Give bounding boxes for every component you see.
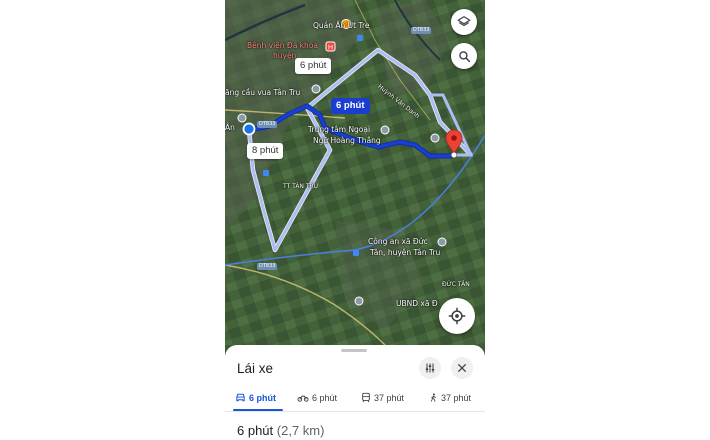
layers-button[interactable] bbox=[451, 9, 477, 35]
road-badge-dt833: DT833 bbox=[257, 121, 278, 128]
poi-marker-icon[interactable] bbox=[430, 133, 440, 143]
close-icon bbox=[458, 364, 466, 372]
close-button[interactable] bbox=[451, 357, 473, 379]
poi-label: Quán Ăn Út Tre bbox=[313, 21, 370, 30]
phone-screen: H Quán Ăn Út Tre Bệnh viện Đa khoa huyện… bbox=[225, 0, 485, 440]
tune-icon bbox=[425, 363, 435, 373]
my-location-icon bbox=[448, 307, 466, 325]
route-alt-time-callout[interactable]: 8 phút bbox=[247, 143, 284, 159]
place-label: Ân bbox=[225, 123, 235, 132]
route-summary[interactable]: 6 phút (2,7 km) bbox=[237, 423, 324, 438]
place-label: ĐỨC TÂN bbox=[442, 281, 470, 288]
layers-icon bbox=[457, 16, 471, 27]
poi-label: Bệnh viện Đa khoa bbox=[247, 41, 318, 50]
directions-bottom-sheet[interactable]: Lái xe 6 phút 6 phút 37 phút 37 phút 6 p… bbox=[225, 345, 485, 440]
road-badge-dt833: DT833 bbox=[411, 27, 432, 34]
route-duration: 6 phút bbox=[237, 423, 274, 438]
poi-label: ãng cầu vua Tân Trụ bbox=[225, 88, 301, 97]
poi-marker-icon[interactable] bbox=[380, 125, 390, 135]
mode-tab-drive[interactable]: 6 phút bbox=[235, 392, 276, 403]
mode-tab-label: 37 phút bbox=[374, 392, 405, 403]
sheet-title: Lái xe bbox=[237, 361, 274, 376]
divider bbox=[225, 411, 485, 412]
poi-marker-icon[interactable] bbox=[354, 296, 364, 306]
road-badge-dt833: DT833 bbox=[257, 263, 278, 270]
motorbike-icon bbox=[297, 395, 309, 402]
search-button[interactable] bbox=[451, 43, 477, 69]
mode-tab-motorbike[interactable]: 6 phút bbox=[297, 392, 337, 403]
place-label: TT TÂN TRỤ bbox=[283, 183, 319, 190]
poi-label: UBND xã Đ bbox=[396, 299, 438, 308]
car-icon bbox=[236, 393, 245, 402]
mode-tab-walk[interactable]: 37 phút bbox=[429, 392, 471, 403]
bus-stop-icon[interactable] bbox=[353, 250, 359, 256]
route-alt-time-callout[interactable]: 6 phút bbox=[295, 58, 332, 74]
mode-tab-label: 6 phút bbox=[249, 392, 276, 403]
bus-stop-icon[interactable] bbox=[357, 35, 363, 41]
poi-label: Công an xã Đức bbox=[368, 237, 428, 246]
satellite-map[interactable]: H bbox=[225, 0, 485, 345]
mode-tab-label: 6 phút bbox=[312, 392, 338, 403]
transit-icon bbox=[362, 392, 370, 403]
my-location-button[interactable] bbox=[439, 298, 475, 334]
poi-label: Tân, huyện Tân Trụ bbox=[370, 248, 441, 257]
poi-marker-icon[interactable] bbox=[237, 113, 247, 123]
origin-dot-icon bbox=[242, 122, 256, 136]
bus-stop-icon[interactable] bbox=[263, 170, 269, 176]
route-primary-time-callout[interactable]: 6 phút bbox=[331, 98, 370, 114]
mode-tab-label: 37 phút bbox=[441, 392, 472, 403]
mode-tab-transit[interactable]: 37 phút bbox=[361, 392, 404, 403]
svg-text:H: H bbox=[328, 44, 333, 52]
route-options-button[interactable] bbox=[419, 357, 441, 379]
search-icon bbox=[458, 50, 470, 62]
sheet-drag-handle[interactable] bbox=[341, 349, 367, 352]
route-distance: (2,7 km) bbox=[276, 423, 325, 438]
hospital-icon[interactable]: H bbox=[325, 41, 336, 52]
poi-label: Ngữ Hoàng Thắng bbox=[313, 136, 381, 145]
poi-marker-icon[interactable] bbox=[437, 237, 447, 247]
poi-label: Trung tâm Ngoại bbox=[308, 125, 371, 134]
walk-icon bbox=[430, 393, 436, 402]
poi-marker-icon[interactable] bbox=[311, 84, 321, 94]
poi-label: huyện bbox=[273, 51, 297, 60]
